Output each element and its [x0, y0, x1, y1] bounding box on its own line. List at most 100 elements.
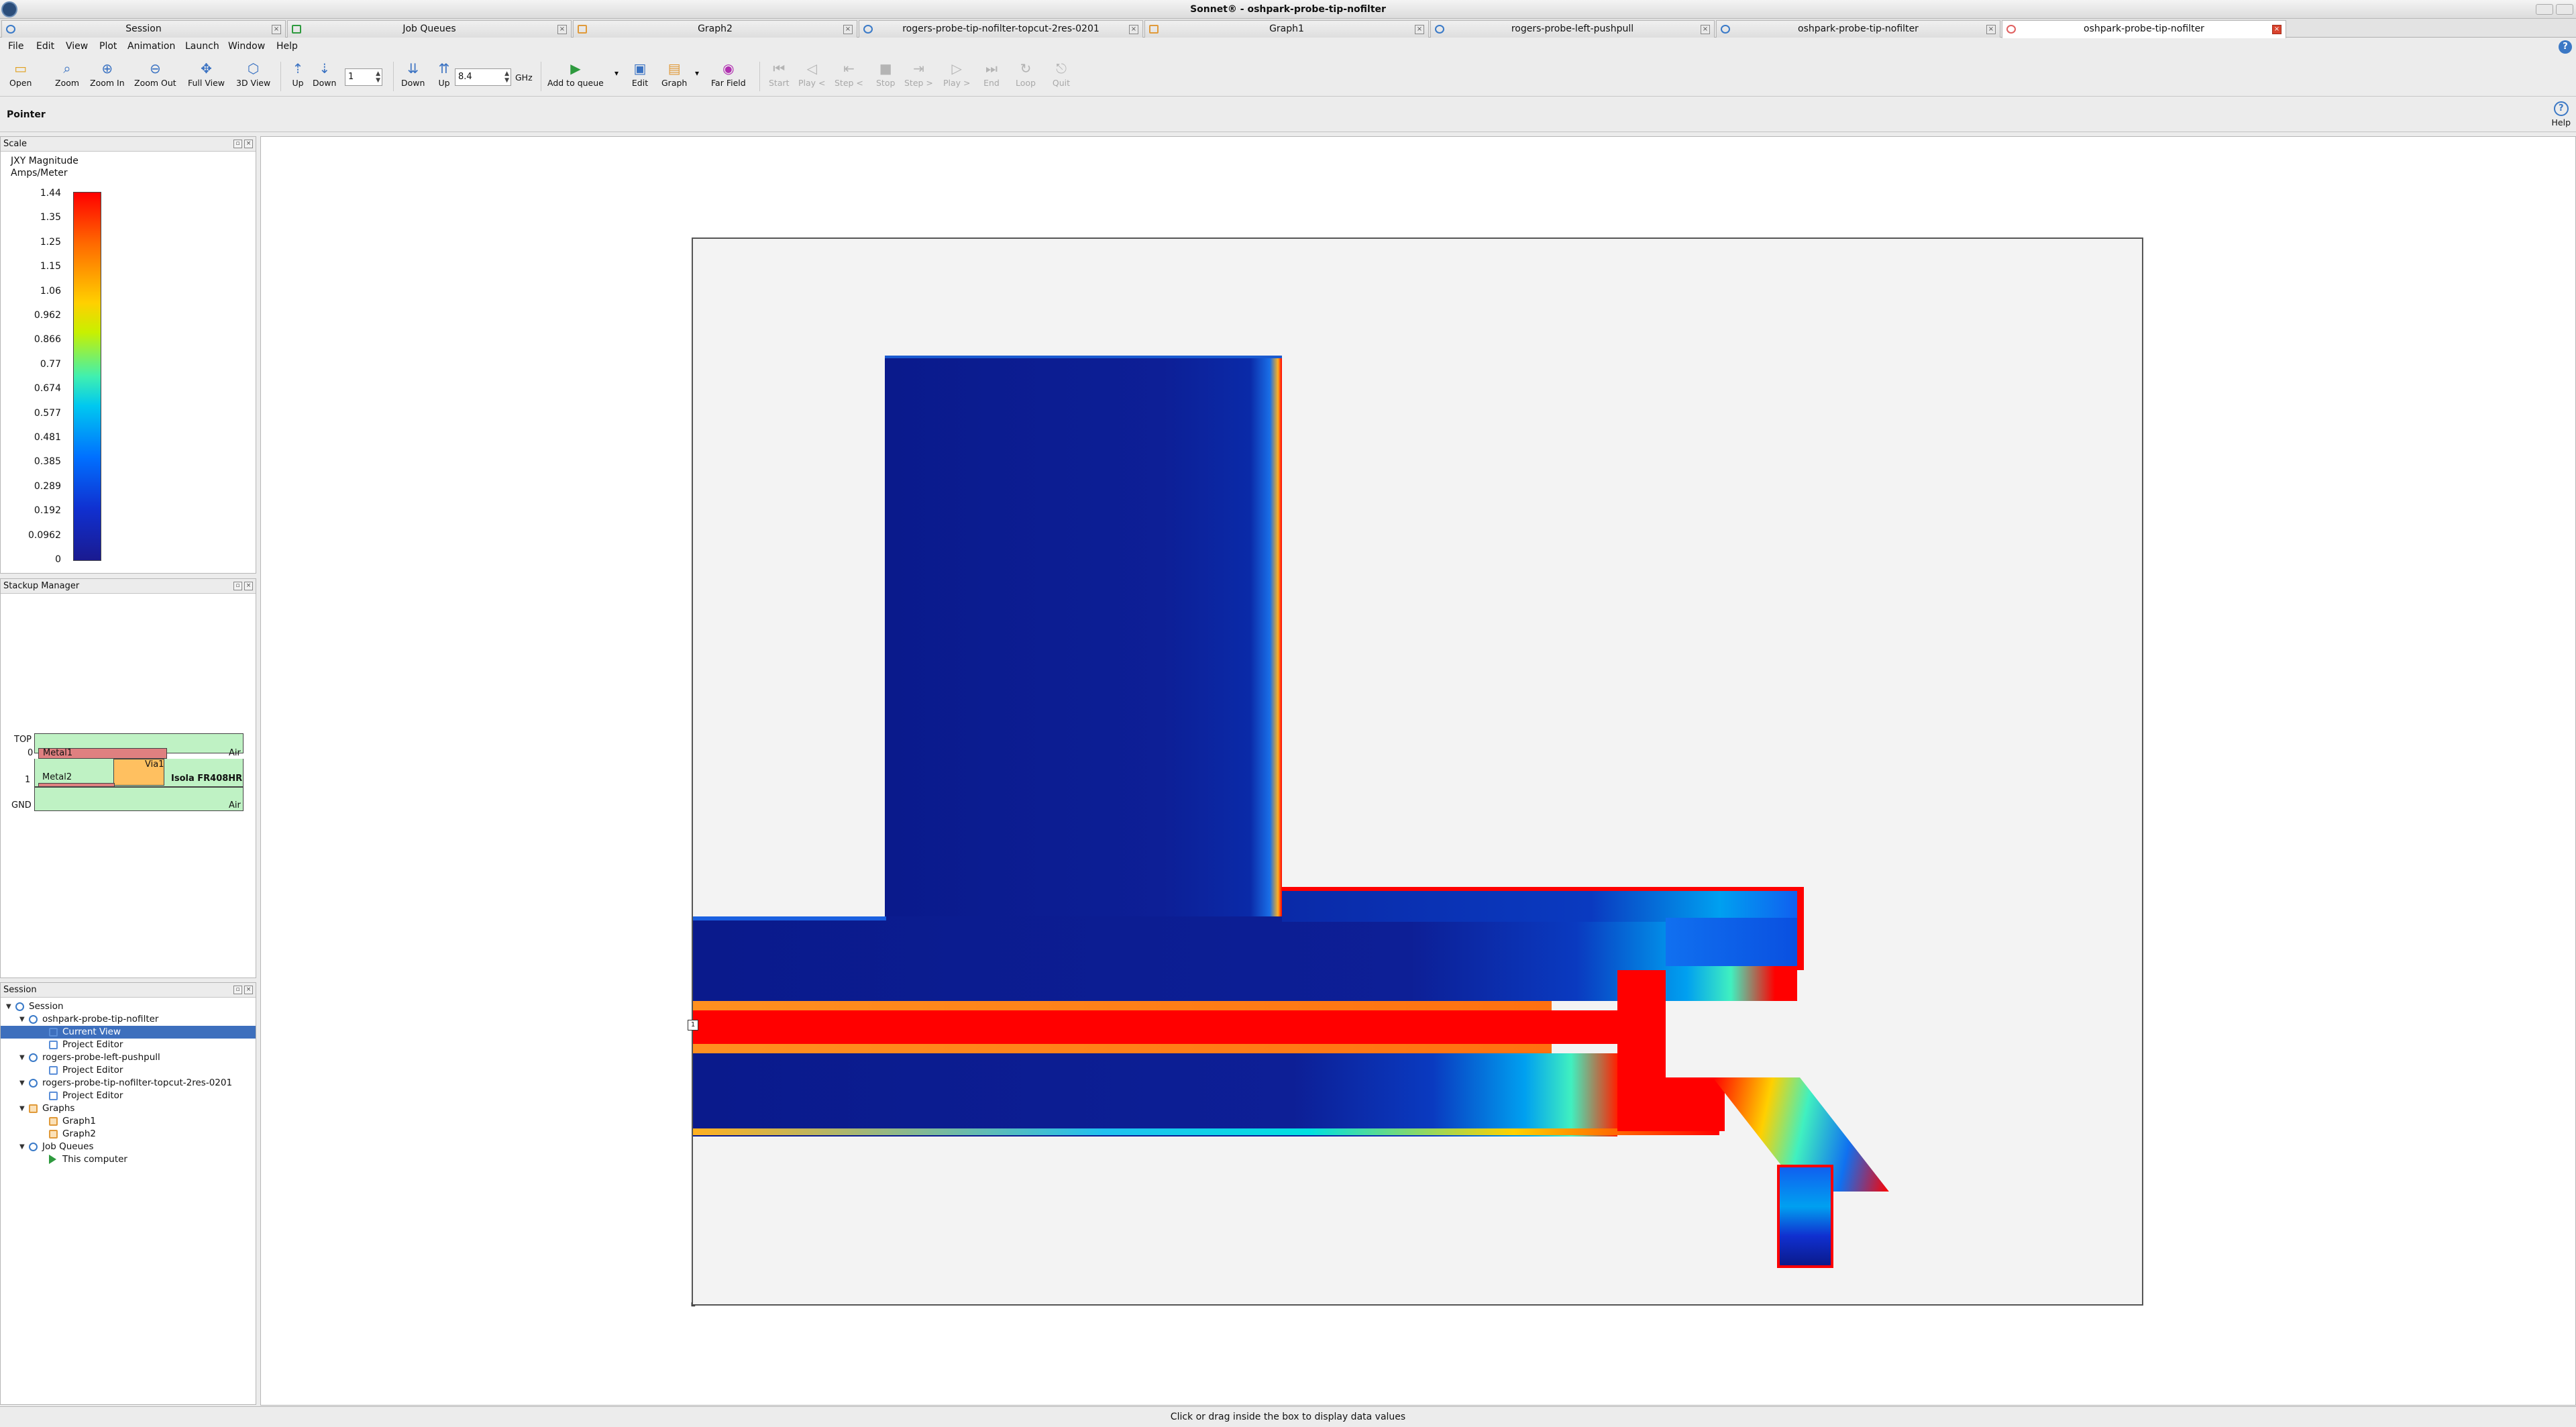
session-tree-row[interactable]: This computer	[1, 1153, 256, 1166]
level-spinbox[interactable]: 1 ▲ ▼	[345, 68, 382, 86]
tree-expander-icon[interactable]: ▼	[19, 1141, 25, 1153]
anim-play-back-button[interactable]: ◁ Play <	[798, 60, 826, 88]
session-tree-row[interactable]: ▼ rogers-probe-tip-nofilter-topcut-2res-0…	[1, 1077, 256, 1090]
close-icon[interactable]: ×	[1129, 25, 1138, 34]
close-panel-icon[interactable]: ×	[244, 582, 253, 590]
tab-oshpark-editor[interactable]: oshpark-probe-tip-nofilter ×	[1716, 20, 2000, 38]
frequency-spinbox[interactable]: 8.4 ▲ ▼	[455, 68, 511, 86]
close-panel-icon[interactable]: ×	[244, 140, 253, 148]
menu-animation[interactable]: Animation	[127, 41, 175, 52]
close-icon[interactable]: ×	[272, 25, 281, 34]
tree-expander-icon[interactable]: ▼	[19, 1013, 25, 1026]
add-to-queue-dropdown[interactable]: ▾	[614, 68, 619, 78]
far-field-button[interactable]: ◉ Far Field	[711, 60, 746, 88]
close-icon[interactable]: ×	[1701, 25, 1710, 34]
project-editor-icon	[1721, 25, 1730, 34]
pad-region[interactable]	[885, 356, 1282, 1000]
zoom-button[interactable]: ⌕ Zoom	[55, 60, 79, 88]
session-tree-row[interactable]: Project Editor	[1, 1039, 256, 1051]
anim-step-fwd-button[interactable]: ⇥ Step >	[904, 60, 933, 88]
menu-edit[interactable]: Edit	[36, 41, 54, 52]
add-to-queue-button[interactable]: ▶ Add to queue	[547, 60, 604, 88]
full-view-label: Full View	[188, 78, 225, 88]
probe-tip-end[interactable]	[1777, 1165, 1833, 1268]
tab-oshpark-current-view[interactable]: oshpark-probe-tip-nofilter ×	[2002, 20, 2286, 38]
close-icon[interactable]: ×	[843, 25, 853, 34]
anim-end-button[interactable]: ⏭ End	[982, 60, 1001, 88]
tab-rogers-pushpull[interactable]: rogers-probe-left-pushpull ×	[1430, 20, 1715, 38]
stackup-metal2[interactable]	[38, 783, 115, 787]
window-close-icon[interactable]	[2556, 4, 2573, 15]
session-tree-row[interactable]: Graph1	[1, 1115, 256, 1128]
stackup-metal1[interactable]: Metal1	[38, 748, 167, 759]
anim-step-back-button[interactable]: ⇤ Step <	[835, 60, 863, 88]
zoom-out-button[interactable]: ⊖ Zoom Out	[134, 60, 176, 88]
anim-start-button[interactable]: ⏮ Start	[769, 60, 790, 88]
anim-loop-button[interactable]: ↻ Loop	[1016, 60, 1036, 88]
edit-button[interactable]: ▣ Edit	[631, 60, 649, 88]
menu-plot[interactable]: Plot	[99, 41, 117, 52]
tree-expander-icon[interactable]: ▼	[19, 1051, 25, 1064]
menu-help[interactable]: Help	[276, 41, 298, 52]
session-tree-row[interactable]: Project Editor	[1, 1090, 256, 1102]
level-down-button[interactable]: ⇣ Down	[313, 60, 336, 88]
spin-arrows-icon[interactable]: ▲ ▼	[504, 70, 509, 84]
close-panel-icon[interactable]: ×	[244, 986, 253, 994]
session-tree-row[interactable]: ▼ Session	[1, 1000, 256, 1013]
scale-tick-label: 0.674	[34, 383, 61, 394]
full-view-button[interactable]: ✥ Full View	[188, 60, 225, 88]
spin-arrows-icon[interactable]: ▲ ▼	[376, 70, 380, 84]
tab-job-queues[interactable]: Job Queues ×	[287, 20, 572, 38]
session-tree-row[interactable]: ▼ Graphs	[1, 1102, 256, 1115]
session-tree-row[interactable]: Graph2	[1, 1128, 256, 1141]
session-tree-row[interactable]: Project Editor	[1, 1064, 256, 1077]
close-icon[interactable]: ×	[1986, 25, 1996, 34]
simulation-box[interactable]	[692, 237, 2143, 1306]
help-icon[interactable]: ?	[2559, 40, 2572, 54]
level-up-button[interactable]: ⇡ Up	[288, 60, 307, 88]
session-tree-row[interactable]: Current View	[1, 1026, 256, 1039]
menu-view[interactable]: View	[66, 41, 88, 52]
zoom-out-label: Zoom Out	[134, 78, 176, 88]
anim-play-fwd-button[interactable]: ▷ Play >	[943, 60, 971, 88]
open-button[interactable]: ▭ Open	[9, 60, 32, 88]
freq-down-button[interactable]: ⇊ Down	[401, 60, 425, 88]
session-tree-row[interactable]: ▼ rogers-probe-left-pushpull	[1, 1051, 256, 1064]
tab-session[interactable]: Session ×	[1, 20, 286, 38]
job-queue-icon	[29, 1143, 38, 1151]
minimize-icon[interactable]	[2536, 4, 2553, 15]
lower-band-region[interactable]	[693, 1053, 1617, 1137]
float-panel-icon[interactable]: ▫	[233, 986, 242, 994]
tab-graph1[interactable]: Graph1 ×	[1144, 20, 1429, 38]
menu-window[interactable]: Window	[228, 41, 265, 52]
close-icon[interactable]: ×	[1415, 25, 1424, 34]
float-panel-icon[interactable]: ▫	[233, 140, 242, 148]
stackup-air-bottom-layer[interactable]	[34, 787, 244, 811]
zoom-out-icon: ⊖	[149, 60, 161, 76]
menu-file[interactable]: File	[8, 41, 23, 52]
close-icon[interactable]: ×	[557, 25, 567, 34]
tree-expander-icon[interactable]: ▼	[19, 1077, 25, 1090]
port-1-marker[interactable]: 1	[688, 1020, 698, 1030]
3d-view-button[interactable]: ⬡ 3D View	[236, 60, 270, 88]
center-conductor-region[interactable]	[693, 1010, 1617, 1044]
stackup-via1[interactable]: Via1	[113, 759, 164, 786]
tab-rogers-topcut[interactable]: rogers-probe-tip-nofilter-topcut-2res-02…	[859, 20, 1143, 38]
help-button[interactable]: ? Help	[2552, 101, 2571, 127]
tree-expander-icon[interactable]: ▼	[6, 1000, 11, 1013]
current-density-view[interactable]: 1 ⌞	[260, 136, 2576, 1406]
float-panel-icon[interactable]: ▫	[233, 582, 242, 590]
session-tree-row[interactable]: ▼ Job Queues	[1, 1141, 256, 1153]
session-tree-row[interactable]: ▼ oshpark-probe-tip-nofilter	[1, 1013, 256, 1026]
zoom-in-button[interactable]: ⊕ Zoom In	[90, 60, 125, 88]
close-icon[interactable]: ×	[2272, 25, 2282, 34]
quit-button[interactable]: ⎋ Quit	[1052, 60, 1071, 88]
menu-launch[interactable]: Launch	[185, 41, 219, 52]
graph-button[interactable]: ▤ Graph	[661, 60, 687, 88]
right-shelf-region[interactable]	[1282, 890, 1797, 922]
tab-graph2[interactable]: Graph2 ×	[573, 20, 857, 38]
freq-up-button[interactable]: ⇈ Up	[435, 60, 453, 88]
anim-stop-button[interactable]: ■ Stop	[876, 60, 895, 88]
tree-expander-icon[interactable]: ▼	[19, 1102, 25, 1115]
graph-dropdown[interactable]: ▾	[695, 68, 699, 78]
